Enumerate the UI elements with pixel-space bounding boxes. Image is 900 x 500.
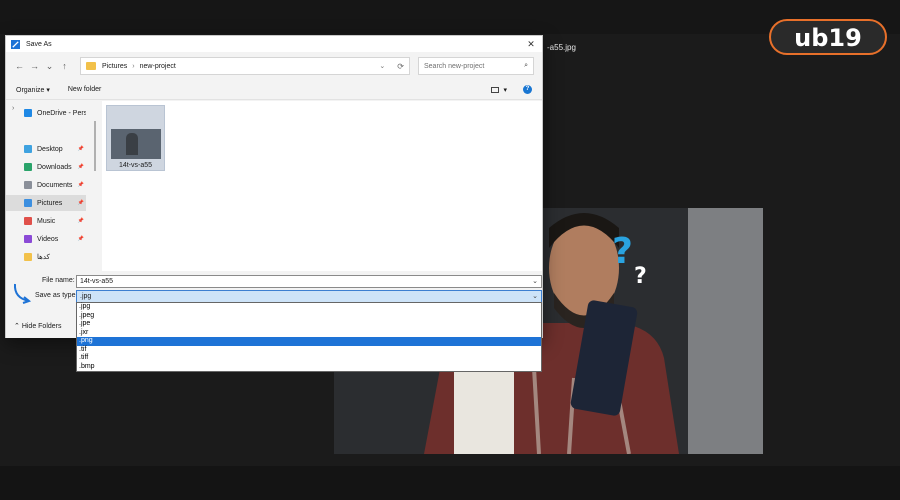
sidebar-item-label: Downloads	[37, 163, 72, 171]
save-as-dialog: Save As ✕ ← → ⌄ ↑ Pictures › new-project…	[5, 35, 543, 338]
file-item-label: 14t-vs-a55	[118, 162, 153, 169]
recent-locations-button[interactable]: ⌄	[42, 61, 57, 72]
view-dropdown-icon: ▾	[503, 86, 507, 94]
forward-button[interactable]: →	[27, 61, 42, 71]
svg-text:?: ?	[634, 264, 647, 289]
pin-icon: 📌	[77, 236, 84, 242]
sidebar-item-label: کدها	[37, 254, 50, 261]
save-dialog-icon	[11, 39, 20, 49]
folder-icon	[24, 253, 32, 261]
back-button[interactable]: ←	[12, 61, 27, 71]
dialog-title: Save As	[26, 40, 52, 48]
cloud-icon	[24, 109, 32, 117]
sidebar-item-cloud[interactable]: OneDrive - Person	[6, 105, 86, 121]
music-icon	[24, 217, 32, 225]
folder-icon	[86, 62, 96, 70]
sidebar-item-label: Music	[37, 217, 56, 225]
desktop-icon	[24, 145, 32, 153]
file-type-option[interactable]: .tif	[77, 346, 541, 355]
refresh-icon[interactable]: ⟳	[397, 62, 404, 71]
sidebar-item-label: OneDrive - Person	[37, 109, 86, 117]
annotation-arrow-icon	[13, 283, 32, 304]
sidebar-item-label: Pictures	[37, 199, 63, 207]
save-as-type-dropdown-icon[interactable]: ⌄	[532, 291, 538, 302]
hide-folders-label: Hide Folders	[21, 323, 62, 330]
file-name-field[interactable]: 14t-vs-a55 ⌄	[76, 275, 542, 288]
pin-icon: 📌	[77, 218, 84, 224]
dialog-titlebar: Save As ✕	[6, 36, 542, 52]
pin-icon: 📌	[77, 182, 84, 188]
file-type-option[interactable]: .jpe	[77, 320, 541, 329]
file-name-label: File name:	[42, 277, 75, 284]
save-as-type-label: Save as type:	[35, 292, 78, 299]
sidebar-item-label: Desktop	[37, 145, 63, 153]
sidebar-item-desktop[interactable]: Desktop 📌	[6, 141, 86, 157]
command-toolbar: Organize ▾ New folder ▾ ?	[6, 80, 542, 100]
pin-icon: 📌	[77, 164, 84, 170]
address-bar[interactable]: Pictures › new-project ⌄ ⟳	[80, 57, 410, 75]
file-list-area: 14t-vs-a55	[102, 101, 542, 271]
pictures-icon	[24, 199, 32, 207]
address-dropdown-icon[interactable]: ⌄	[379, 62, 385, 70]
file-type-option[interactable]: .jxr	[77, 329, 541, 338]
up-button[interactable]: ↑	[57, 61, 72, 71]
view-options-button[interactable]: ▾	[491, 86, 507, 94]
close-button[interactable]: ✕	[520, 39, 542, 50]
download-icon	[24, 163, 32, 171]
save-as-type-value: .jpg	[80, 293, 92, 300]
dialog-body: › OneDrive - PersonDesktop📌Downloads📌Doc…	[6, 101, 542, 271]
navigation-bar: ← → ⌄ ↑ Pictures › new-project ⌄ ⟳ Searc…	[6, 52, 542, 80]
file-item[interactable]: 14t-vs-a55	[106, 105, 165, 171]
organize-button[interactable]: Organize ▾	[16, 86, 50, 94]
svg-text:ub19: ub19	[794, 24, 862, 52]
search-input[interactable]: Search new-project ⌕	[418, 57, 534, 75]
file-type-option[interactable]: .png	[77, 337, 541, 346]
file-type-option[interactable]: .tiff	[77, 354, 541, 363]
sidebar-item-music[interactable]: Music 📌	[6, 213, 86, 229]
file-type-option[interactable]: .jpeg	[77, 312, 541, 321]
pin-icon: 📌	[77, 200, 84, 206]
background-bottom-bar	[0, 466, 900, 500]
file-type-option[interactable]: .jpg	[77, 303, 541, 312]
navigation-scrollbar[interactable]	[94, 121, 96, 171]
svg-text:?: ?	[612, 231, 633, 272]
sidebar-item-videos[interactable]: Videos 📌	[6, 231, 86, 247]
file-type-option[interactable]: .bmp	[77, 363, 541, 372]
hide-folders-button[interactable]: ⌃ Hide Folders	[14, 322, 62, 330]
search-icon: ⌕	[524, 62, 528, 69]
sidebar-item-label: Videos	[37, 235, 59, 243]
brand-logo: ub19	[769, 19, 887, 55]
breadcrumb-new-project[interactable]: new-project	[140, 63, 176, 70]
image-thumbnail	[111, 129, 161, 159]
documents-icon	[24, 181, 32, 189]
file-type-dropdown-list: .jpg .jpeg .jpe .jxr .png .tif .tiff .bmp	[76, 302, 542, 372]
view-icon	[491, 86, 500, 93]
sidebar-item-folder[interactable]: کدها	[6, 249, 86, 265]
breadcrumb-separator-icon: ›	[132, 62, 135, 70]
file-name-dropdown-icon[interactable]: ⌄	[532, 276, 538, 287]
sidebar-item-documents[interactable]: Documents 📌	[6, 177, 86, 193]
background-app-header	[0, 0, 900, 34]
breadcrumb-pictures[interactable]: Pictures	[102, 63, 127, 70]
help-icon[interactable]: ?	[523, 85, 532, 94]
navigation-pane: › OneDrive - PersonDesktop📌Downloads📌Doc…	[6, 101, 88, 271]
background-filename: -a55.jpg	[547, 43, 576, 52]
pin-icon: 📌	[77, 146, 84, 152]
chevron-up-icon: ⌃	[14, 323, 22, 330]
sidebar-item-label: Documents	[37, 181, 73, 189]
sidebar-item-download[interactable]: Downloads 📌	[6, 159, 86, 175]
sidebar-item-pictures[interactable]: Pictures 📌	[6, 195, 86, 211]
file-name-value: 14t-vs-a55	[80, 278, 114, 285]
search-placeholder: Search new-project	[424, 62, 485, 70]
videos-icon	[24, 235, 32, 243]
new-folder-button[interactable]: New folder	[68, 86, 101, 93]
